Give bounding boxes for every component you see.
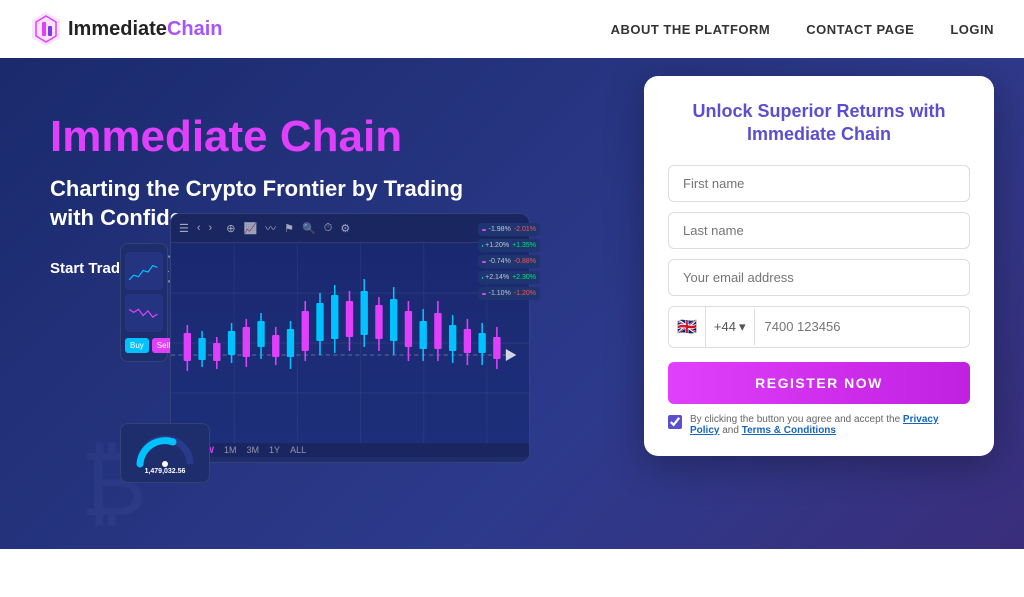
stat-line-5 [482, 293, 486, 295]
stat-pct-5: -1.20% [514, 290, 536, 297]
time-1m[interactable]: 1M [224, 445, 237, 455]
nav-login[interactable]: LOGIN [950, 22, 994, 37]
toolbar-icon-1: ☰ [179, 222, 189, 235]
nav-about[interactable]: ABOUT THE PLATFORM [611, 22, 771, 37]
time-3m[interactable]: 3M [247, 445, 260, 455]
stat-val-5: -1.10% [489, 290, 511, 297]
registration-form: Unlock Superior Returns with Immediate C… [644, 76, 994, 456]
chart-toolbar: ☰ ‹ › ⊕ 📈 〰 ⚑ 🔍 ⏱ ⚙ [171, 214, 529, 243]
terms-checkbox[interactable] [668, 415, 682, 429]
terms-row: By clicking the button you agree and acc… [668, 414, 970, 436]
mini-chart-2 [125, 294, 163, 332]
navbar: ImmediateChain ABOUT THE PLATFORM CONTAC… [0, 0, 1024, 58]
trend-icon: 📈 [243, 222, 257, 235]
hero-section: ₿ ₿ ₿ Immediate Chain Charting the Crypt… [0, 58, 1024, 597]
stat-pct-4: +2.30% [512, 274, 536, 281]
stat-val-2: +1.20% [485, 242, 509, 249]
hero-title: Immediate Chain [50, 113, 580, 161]
time-all[interactable]: ALL [290, 445, 306, 455]
hero-right: Unlock Superior Returns with Immediate C… [644, 76, 994, 456]
last-name-input[interactable] [668, 212, 970, 249]
hero-left: Immediate Chain Charting the Crypto Fron… [0, 58, 580, 303]
terms-conditions-link[interactable]: Terms & Conditions [742, 425, 836, 436]
buy-button[interactable]: Buy [125, 338, 149, 353]
phone-input[interactable] [755, 309, 969, 344]
nav-contact[interactable]: CONTACT PAGE [806, 22, 914, 37]
stat-val-4: +2.14% [485, 274, 509, 281]
flag-icon: 🇬🇧 [677, 317, 697, 337]
stat-line-1 [482, 229, 486, 231]
stat-line-3 [482, 261, 486, 263]
clock-icon: ⏱ [324, 222, 333, 235]
stat-pct-1: -2.01% [514, 226, 536, 233]
stat-pct-2: +1.35% [512, 242, 536, 249]
stats-panel: -1.98% -2.01% +1.20% +1.35% -0.74% -0.88… [478, 223, 540, 300]
stat-row-5: -1.10% -1.20% [478, 287, 540, 300]
phone-dropdown-icon: ▾ [739, 319, 746, 335]
time-1y[interactable]: 1Y [269, 445, 280, 455]
terms-prefix: By clicking the button you agree and acc… [690, 414, 903, 425]
nav-links: ABOUT THE PLATFORM CONTACT PAGE LOGIN [611, 22, 994, 37]
stat-val-3: -0.74% [489, 258, 511, 265]
crosshair-icon: ⊕ [226, 222, 235, 235]
stat-row-4: +2.14% +2.30% [478, 271, 540, 284]
chart-body [171, 243, 529, 443]
logo[interactable]: ImmediateChain [30, 10, 223, 48]
phone-flag[interactable]: 🇬🇧 [669, 307, 706, 347]
flag-icon: ⚑ [284, 222, 294, 235]
stat-val-1: -1.98% [489, 226, 511, 233]
bottom-strip [0, 549, 1024, 597]
form-title: Unlock Superior Returns with Immediate C… [668, 100, 970, 147]
search-icon: 🔍 [302, 222, 316, 235]
stat-pct-3: -0.88% [514, 258, 536, 265]
gauge-value: 1,479,032.56 [145, 468, 186, 475]
terms-text: By clicking the button you agree and acc… [690, 414, 970, 436]
gauge-svg [135, 432, 195, 468]
phone-row: 🇬🇧 +44 ▾ [668, 306, 970, 348]
time-axis: 1D 1W 1M 3M 1Y ALL [171, 443, 529, 457]
stat-row-1: -1.98% -2.01% [478, 223, 540, 236]
stat-row-2: +1.20% +1.35% [478, 239, 540, 252]
phone-code-value: +44 [714, 319, 736, 334]
gauge-widget: 1,479,032.56 [120, 423, 210, 483]
mini-chart-1 [125, 252, 163, 290]
chart-mockup: Buy Sell ☰ ‹ › ⊕ 📈 〰 ⚑ 🔍 ⏱ ⚙ [120, 213, 540, 493]
stat-row-3: -0.74% -0.88% [478, 255, 540, 268]
candlestick-chart [171, 243, 529, 443]
chart-side-panel: Buy Sell [120, 243, 168, 362]
wave-icon: 〰 [265, 220, 276, 236]
main-chart: ☰ ‹ › ⊕ 📈 〰 ⚑ 🔍 ⏱ ⚙ [170, 213, 530, 463]
first-name-input[interactable] [668, 165, 970, 202]
logo-text: ImmediateChain [68, 18, 223, 41]
toolbar-icon-3: › [209, 222, 213, 234]
terms-and: and [719, 425, 741, 436]
email-input[interactable] [668, 259, 970, 296]
logo-icon [30, 10, 62, 48]
toolbar-icon-2: ‹ [197, 222, 201, 234]
register-button[interactable]: REGISTER NOW [668, 362, 970, 404]
settings-icon: ⚙ [340, 222, 350, 235]
buy-sell-buttons: Buy Sell [125, 338, 163, 353]
phone-code[interactable]: +44 ▾ [706, 309, 755, 345]
